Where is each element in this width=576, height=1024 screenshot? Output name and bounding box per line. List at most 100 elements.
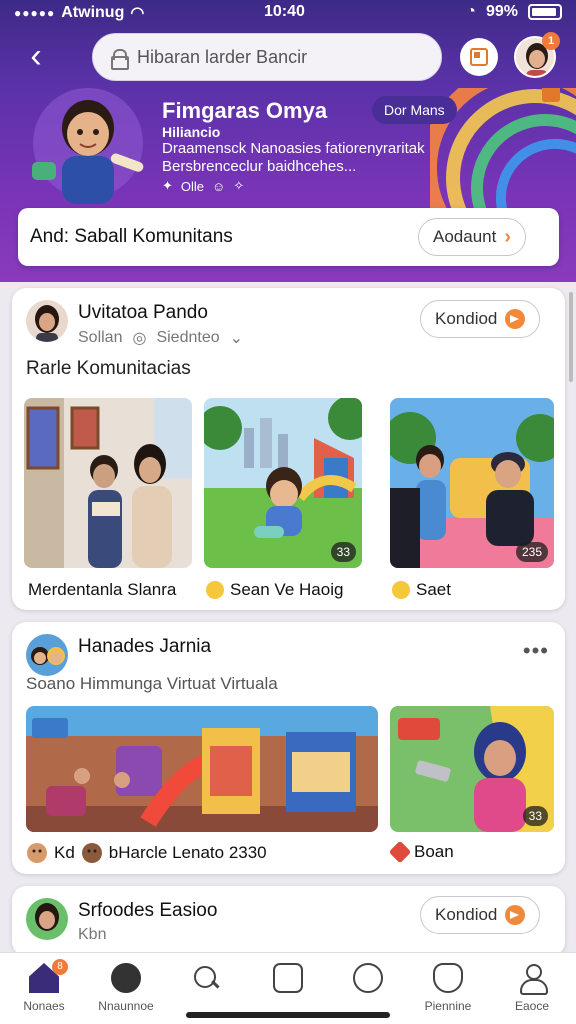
nav-community[interactable]: Piennine [408,963,488,1013]
tile-label-text: Boan [414,842,454,861]
search-icon [191,963,221,993]
face-emoji-icon [81,843,102,863]
tile-label-text: Saet [416,580,451,599]
sparkle-icon: ✧ [233,178,245,193]
battery-icon [528,4,562,20]
globe-icon: ◎ [132,330,147,347]
post-meta-1: Kbn [78,926,107,943]
nav-label: Eaoce [514,999,550,1013]
nav-home[interactable]: 8 Nonaes [4,959,84,1013]
tile-label: Saet [392,580,451,600]
follow-button[interactable]: Kondiod [420,896,541,934]
heart-icon [388,840,412,864]
post-image[interactable] [26,706,378,832]
wifi-icon: ◠ [130,5,145,22]
top-nav-row: ‹ Hibaran larder Bancir 1 [0,30,576,86]
post-card: Srfoodes Easioo Kbn Kondiod [12,886,565,956]
image-count: 33 [522,806,548,826]
banner-subtitle: Hiliancio [162,124,221,140]
bookmark-icon [470,48,488,66]
app-header: ●●●●● Atwinug ◠ 10:40 ◔ 99% ‹ Hibaran la… [0,0,576,282]
nav-search[interactable] [166,963,246,999]
status-bar: ●●●●● Atwinug ◠ 10:40 ◔ 99% [0,0,576,26]
nav-chat[interactable] [328,963,408,999]
smile-icon: ☺ [212,178,226,194]
people-icon [111,963,141,993]
post-meta-2: Siednteo [156,329,220,346]
post-avatar[interactable] [26,898,68,940]
nav-label: Nnaunnoe [98,999,154,1013]
more-options-icon[interactable]: ••• [523,638,549,664]
post-meta: Kbn [78,926,106,944]
banner-tag-text: Olle [180,178,205,194]
community-label: And: Saball Komunitans [30,226,233,247]
banner-description: Draamensck Nanoasies fatiorenyraritak Be… [162,140,425,175]
nav-label: Nonaes [23,999,65,1013]
status-time: 10:40 [264,3,305,20]
chat-icon [353,963,383,993]
nav-create[interactable] [248,963,328,999]
notification-badge: 1 [542,32,560,50]
account-button-label: Aodaunt [433,227,497,246]
tile-label-text: bHarcle Lenato 2330 [108,843,267,862]
post-image[interactable]: 235 [390,398,554,568]
follow-button-label: Kondiod [435,905,498,924]
smile-box-icon [273,963,303,993]
community-card[interactable]: And: Saball Komunitans Aodaunt › [18,208,559,266]
home-indicator [186,1012,390,1018]
search-bar[interactable]: Hibaran larder Bancir [92,33,442,81]
carrier-label: Atwinug [61,4,125,21]
post-caption: Soano Himmunga Virtuat Virtuala [26,674,278,693]
tile-label: Boan [388,840,454,864]
back-button[interactable]: ‹ [18,39,54,76]
post-card: Hanades Jarnia ••• Soano Himmunga Virtua… [12,622,565,874]
post-author[interactable]: Srfoodes Easioo [78,900,217,922]
post-caption: Rarle Komunitacias [26,358,191,379]
image-count: 33 [330,542,356,562]
post-card: Uvitatoa Pando Sollan ◎ Siednteo ⌄ Kondi… [12,288,565,610]
community-icon [433,963,463,993]
kid-illustration [32,88,144,204]
chevron-right-icon: › [504,225,512,248]
scrollbar[interactable] [569,292,573,382]
banner-chip[interactable]: Dor Mans [372,96,457,124]
follow-button-label: Kondiod [435,309,498,328]
post-image[interactable]: 33 [390,706,554,832]
nav-label: Piennine [424,999,472,1013]
post-image[interactable] [24,398,192,568]
post-avatar[interactable] [26,300,68,342]
arrow-right-icon [505,309,526,329]
dropdown-icon: ⌄ [229,330,244,347]
nav-badge: 8 [52,959,68,975]
tile-label: Sean Ve Haoig [206,580,343,600]
alarm-icon: ◔ [466,3,476,20]
follow-button[interactable]: Kondiod [420,300,541,338]
tile-label-text: Sean Ve Haoig [230,580,344,599]
nav-account[interactable]: Eaoce [492,963,572,1013]
search-input[interactable]: Hibaran larder Bancir [137,47,307,68]
post-author[interactable]: Uvitatoa Pando [78,302,208,324]
signal-icon: ●●●●● [14,6,56,20]
post-meta: Sollan ◎ Siednteo ⌄ [78,328,243,348]
post-image[interactable]: 33 [204,398,362,568]
nav-profile-friends[interactable]: Nnaunnoe [86,963,166,1013]
face-emoji-icon [27,843,47,863]
star-icon: ✦ [162,178,173,193]
account-button[interactable]: Aodaunt › [418,218,527,256]
tile-label-prefix: Kd [54,843,75,862]
smile-emoji-icon [206,581,224,599]
lock-icon [111,49,129,70]
banner-title: Fimgaras Omya [162,98,328,123]
promo-banner[interactable]: Fimgaras Omya Hiliancio Draamensck Nanoa… [0,88,576,208]
tile-label: Kd bHarcle Lenato 2330 [26,842,267,864]
arrow-right-icon [505,905,526,925]
user-icon [517,963,548,995]
banner-tags: ✦ Olle ☺ ✧ [162,178,244,194]
bookmark-button[interactable] [460,38,498,76]
image-count: 235 [515,542,548,562]
tile-label-text: Merdentanla Slanra [28,580,177,599]
post-meta-1: Sollan [78,329,123,346]
post-avatar[interactable] [26,634,68,676]
post-author[interactable]: Hanades Jarnia [78,636,211,658]
smile-emoji-icon [392,581,410,599]
